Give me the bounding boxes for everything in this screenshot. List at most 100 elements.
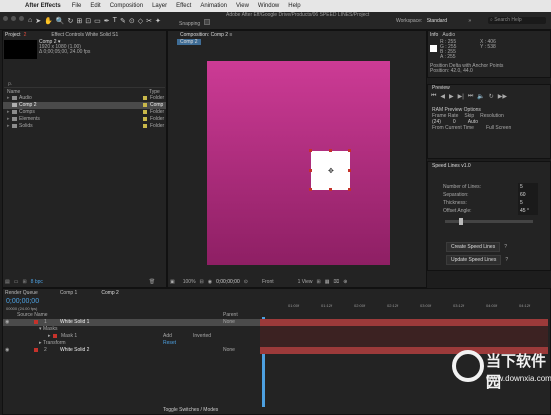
zoom-level[interactable]: 100% [183, 279, 196, 285]
play-icon[interactable]: ▶ [449, 93, 454, 100]
update-help-icon[interactable]: ? [505, 257, 508, 263]
snapshot-icon[interactable]: ⊙ [244, 279, 248, 285]
audio-icon[interactable]: 🔈 [477, 93, 484, 100]
brush-tool-icon[interactable]: ✎ [120, 17, 126, 25]
edge-handle[interactable] [348, 169, 351, 172]
corner-handle[interactable] [348, 149, 351, 152]
selection-tool-icon[interactable]: ➤ [35, 17, 41, 25]
update-speed-lines-button[interactable]: Update Speed Lines [446, 255, 502, 265]
from-current-time-checkbox[interactable]: From Current Time [432, 125, 474, 131]
label-color-swatch[interactable] [34, 348, 38, 352]
grid-icon[interactable]: ⊞ [317, 279, 321, 285]
clone-tool-icon[interactable]: ⊙ [129, 17, 135, 25]
expand-arrow-icon[interactable]: ▾ [39, 326, 42, 332]
tab-comp-2[interactable]: Comp 2 [101, 290, 119, 296]
render-icon[interactable]: ⌧ [333, 279, 339, 285]
snapping-checkbox[interactable]: Snapping [179, 19, 210, 27]
layer-parent[interactable]: None [223, 319, 235, 325]
tab-effect-controls[interactable]: Effect Controls White Solid S1 [51, 32, 118, 38]
puppet-tool-icon[interactable]: ✦ [155, 17, 161, 25]
pan-tool-icon[interactable]: ⊡ [85, 17, 91, 25]
workspace-selector[interactable]: Workspace: Standard » [396, 18, 471, 24]
eye-icon[interactable]: ◉ [5, 319, 9, 325]
composition-tab-menu[interactable]: ≡ [229, 32, 232, 38]
corner-handle[interactable] [309, 149, 312, 152]
menu-layer[interactable]: Layer [152, 3, 167, 9]
edge-handle[interactable] [329, 188, 332, 191]
comp-timecode[interactable]: 0;00;00;00 [216, 279, 240, 285]
layer-parent[interactable]: None [223, 347, 235, 353]
expand-arrow-icon[interactable]: ▸ [7, 95, 10, 101]
inverted-checkbox[interactable]: Inverted [193, 333, 211, 339]
last-frame-icon[interactable]: ⏭ [468, 93, 473, 100]
label-color-swatch[interactable] [143, 103, 147, 107]
number-of-lines-input[interactable]: 5 [518, 183, 538, 191]
separation-input[interactable]: 60 [518, 191, 538, 199]
create-speed-lines-button[interactable]: Create Speed Lines [446, 242, 501, 252]
thickness-input[interactable]: 5 [518, 199, 538, 207]
menu-window[interactable]: Window [258, 3, 279, 9]
first-frame-icon[interactable]: ⏮ [431, 93, 436, 100]
expand-arrow-icon[interactable]: ▸ [7, 116, 10, 122]
tab-info[interactable]: Info [430, 32, 438, 38]
menu-edit[interactable]: Edit [90, 3, 100, 9]
list-item[interactable]: ▸ Comps Folder [3, 109, 166, 116]
label-color-swatch[interactable] [143, 110, 147, 114]
eye-icon[interactable]: ◉ [5, 347, 9, 353]
mask-color-swatch[interactable] [53, 334, 57, 338]
edge-handle[interactable] [309, 169, 312, 172]
table-row[interactable]: ▸ Mask 1 Add Inverted [3, 333, 260, 340]
eraser-tool-icon[interactable]: ◇ [138, 17, 143, 25]
expand-arrow-icon[interactable]: ▸ [7, 123, 10, 129]
menu-file[interactable]: File [72, 3, 82, 9]
col-source-header[interactable]: Source Name [17, 312, 48, 318]
comp-canvas[interactable]: ✥ [207, 61, 390, 265]
new-comp-icon[interactable]: ⊞ [22, 279, 26, 285]
comp-subtab[interactable]: Comp 2 [177, 39, 201, 45]
create-help-icon[interactable]: ? [504, 244, 507, 250]
menu-app-name[interactable]: After Effects [25, 3, 61, 9]
label-color-swatch[interactable] [143, 117, 147, 121]
label-color-swatch[interactable] [143, 124, 147, 128]
hand-tool-icon[interactable]: ✋ [44, 17, 53, 25]
flowchart-icon[interactable]: ⊕ [343, 279, 347, 285]
trash-icon[interactable]: 🗑 [149, 279, 155, 285]
tab-project[interactable]: Project [5, 32, 21, 38]
interpret-footage-icon[interactable]: ▤ [5, 279, 10, 285]
expand-arrow-icon[interactable]: ▸ [39, 340, 42, 346]
table-row[interactable]: ▸ Transform Reset [3, 340, 260, 347]
region-icon[interactable]: ⊟ [200, 279, 204, 285]
menu-effect[interactable]: Effect [176, 3, 191, 9]
roto-tool-icon[interactable]: ✂ [146, 17, 152, 25]
reset-link[interactable]: Reset [163, 340, 176, 346]
tab-audio[interactable]: Audio [442, 32, 455, 38]
next-frame-icon[interactable]: ▶| [458, 93, 464, 100]
toggle-switches-modes[interactable]: Toggle Switches / Modes [163, 407, 218, 413]
prev-frame-icon[interactable]: ◀ [440, 93, 445, 100]
rotate-tool-icon[interactable]: ↻ [68, 17, 74, 25]
timeline-timecode[interactable]: 0;00;00;00 [6, 298, 39, 305]
pixel-icon[interactable]: ▦ [325, 279, 330, 285]
pen-tool-icon[interactable]: ✒ [104, 17, 110, 25]
new-folder-icon[interactable]: ▭ [14, 279, 19, 285]
always-preview-icon[interactable]: ▣ [170, 279, 175, 285]
timeline-ruler[interactable]: 01:00f 01:12f 02:00f 02:12f 03:00f 03:12f 04:0… [260, 303, 548, 311]
tab-comp-1[interactable]: Comp 1 [60, 290, 78, 296]
menu-animation[interactable]: Animation [200, 3, 227, 9]
zoom-tool-icon[interactable]: 🔍 [56, 17, 65, 25]
corner-handle[interactable] [309, 188, 312, 191]
menu-view[interactable]: View [236, 3, 249, 9]
table-row[interactable]: ▾ Masks [3, 326, 260, 333]
text-tool-icon[interactable]: T [113, 17, 117, 25]
label-color-swatch[interactable] [34, 320, 38, 324]
corner-handle[interactable] [348, 188, 351, 191]
list-item[interactable]: ▸ Solids Folder [3, 123, 166, 130]
offset-slider-handle[interactable] [459, 218, 463, 225]
list-item[interactable]: ▸ Elements Folder [3, 116, 166, 123]
camera-icon[interactable]: ◉ [208, 279, 212, 285]
table-row[interactable]: ◉ 2 White Solid 2 None [3, 347, 260, 354]
menu-help[interactable]: Help [288, 3, 300, 9]
edge-handle[interactable] [329, 149, 332, 152]
tab-render-queue[interactable]: Render Queue [5, 290, 38, 296]
tab-composition[interactable]: Composition: Comp 2 ≡ [180, 32, 232, 38]
